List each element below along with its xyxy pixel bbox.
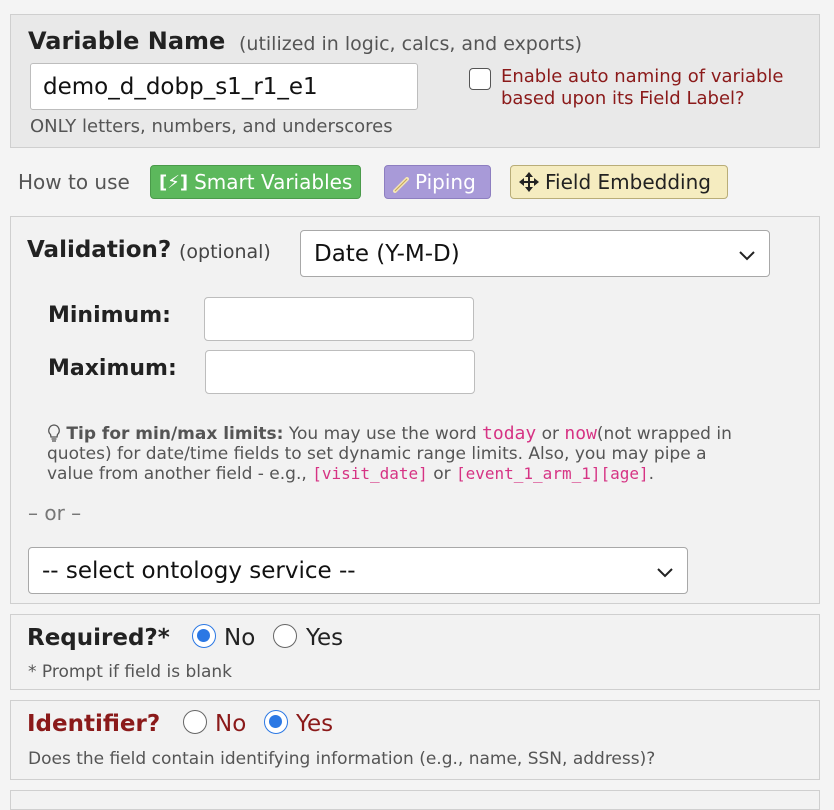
ontology-selected: -- select ontology service -- — [42, 557, 356, 584]
chevron-down-icon — [657, 558, 673, 584]
tip-title: Tip for min/max limits: — [66, 424, 284, 444]
validation-select[interactable]: Date (Y-M-D) — [300, 230, 770, 277]
identifier-note: Does the field contain identifying infor… — [28, 749, 656, 769]
tip-word-today: today — [482, 423, 537, 444]
required-section: Required?* No Yes * Prompt if field is b… — [10, 614, 820, 690]
field-embedding-button[interactable]: Field Embedding — [510, 165, 728, 199]
variable-name-input[interactable]: demo_d_dobp_s1_r1_e1 — [30, 63, 418, 110]
tip-or: or — [541, 424, 559, 444]
variable-name-hint: ONLY letters, numbers, and underscores — [30, 116, 393, 137]
tip-example-event-age: [event_1_arm_1][age] — [455, 464, 649, 483]
next-section — [10, 790, 820, 810]
chevron-down-icon — [739, 241, 755, 267]
tip-or2: or — [433, 464, 451, 484]
auto-naming-checkbox[interactable] — [469, 68, 491, 90]
tip-text1: You may use the word — [288, 424, 477, 444]
required-note: * Prompt if field is blank — [28, 662, 233, 682]
piping-label: Piping — [415, 170, 476, 194]
move-arrows-icon — [519, 172, 539, 192]
tip-period: . — [648, 464, 655, 484]
validation-section: Validation? (optional) Date (Y-M-D) Mini… — [10, 216, 820, 604]
required-yes-radio[interactable] — [273, 624, 297, 648]
auto-naming-label-line1: Enable auto naming of variable — [501, 66, 784, 87]
maximum-label: Maximum: — [48, 356, 177, 381]
identifier-label: Identifier? — [27, 711, 161, 737]
required-no-label: No — [224, 625, 256, 651]
auto-naming-label-line2: based upon its Field Label? — [501, 88, 745, 109]
variable-name-title: Variable Name — [28, 27, 226, 55]
identifier-no-label: No — [215, 711, 247, 737]
lightbulb-icon — [47, 424, 61, 442]
or-divider: – or – — [28, 501, 82, 525]
variable-name-value: demo_d_dobp_s1_r1_e1 — [43, 74, 318, 100]
identifier-yes-label: Yes — [296, 711, 334, 737]
validation-label: Validation? — [27, 237, 172, 263]
tip-word-now: now — [564, 423, 597, 444]
tip-example-visit-date: [visit_date] — [312, 464, 428, 483]
smart-variables-button[interactable]: [⚡] Smart Variables — [150, 165, 362, 199]
smart-variables-icon: [⚡] — [159, 171, 189, 193]
variable-name-subtitle: (utilized in logic, calcs, and exports) — [239, 33, 583, 55]
validation-selected: Date (Y-M-D) — [314, 240, 460, 267]
validation-optional: (optional) — [179, 241, 271, 263]
variable-name-section: Variable Name (utilized in logic, calcs,… — [10, 14, 820, 148]
how-to-use-label: How to use — [18, 170, 130, 194]
identifier-section: Identifier? No Yes Does the field contai… — [10, 700, 820, 780]
smart-variables-label: Smart Variables — [194, 170, 353, 194]
tip-text2: (not wrapped in — [596, 424, 732, 444]
minimum-input[interactable] — [204, 297, 474, 341]
field-embedding-label: Field Embedding — [545, 170, 711, 194]
identifier-no-radio[interactable] — [183, 710, 207, 734]
required-label: Required?* — [27, 625, 170, 651]
required-no-radio[interactable] — [192, 624, 216, 648]
tip-line3: value from another field - e.g., [visit_… — [47, 464, 654, 484]
piping-button[interactable]: Piping — [384, 165, 491, 199]
identifier-yes-radio[interactable] — [264, 710, 288, 734]
pipe-icon — [393, 174, 409, 193]
maximum-input[interactable] — [205, 350, 475, 394]
required-yes-label: Yes — [306, 625, 344, 651]
ontology-select[interactable]: -- select ontology service -- — [28, 547, 688, 594]
minimum-label: Minimum: — [48, 303, 171, 328]
tip-line3-text: value from another field - e.g., — [47, 464, 307, 484]
tip-line2: quotes) for date/time fields to set dyna… — [47, 444, 707, 464]
tip-line1: Tip for min/max limits: You may use the … — [47, 423, 732, 444]
